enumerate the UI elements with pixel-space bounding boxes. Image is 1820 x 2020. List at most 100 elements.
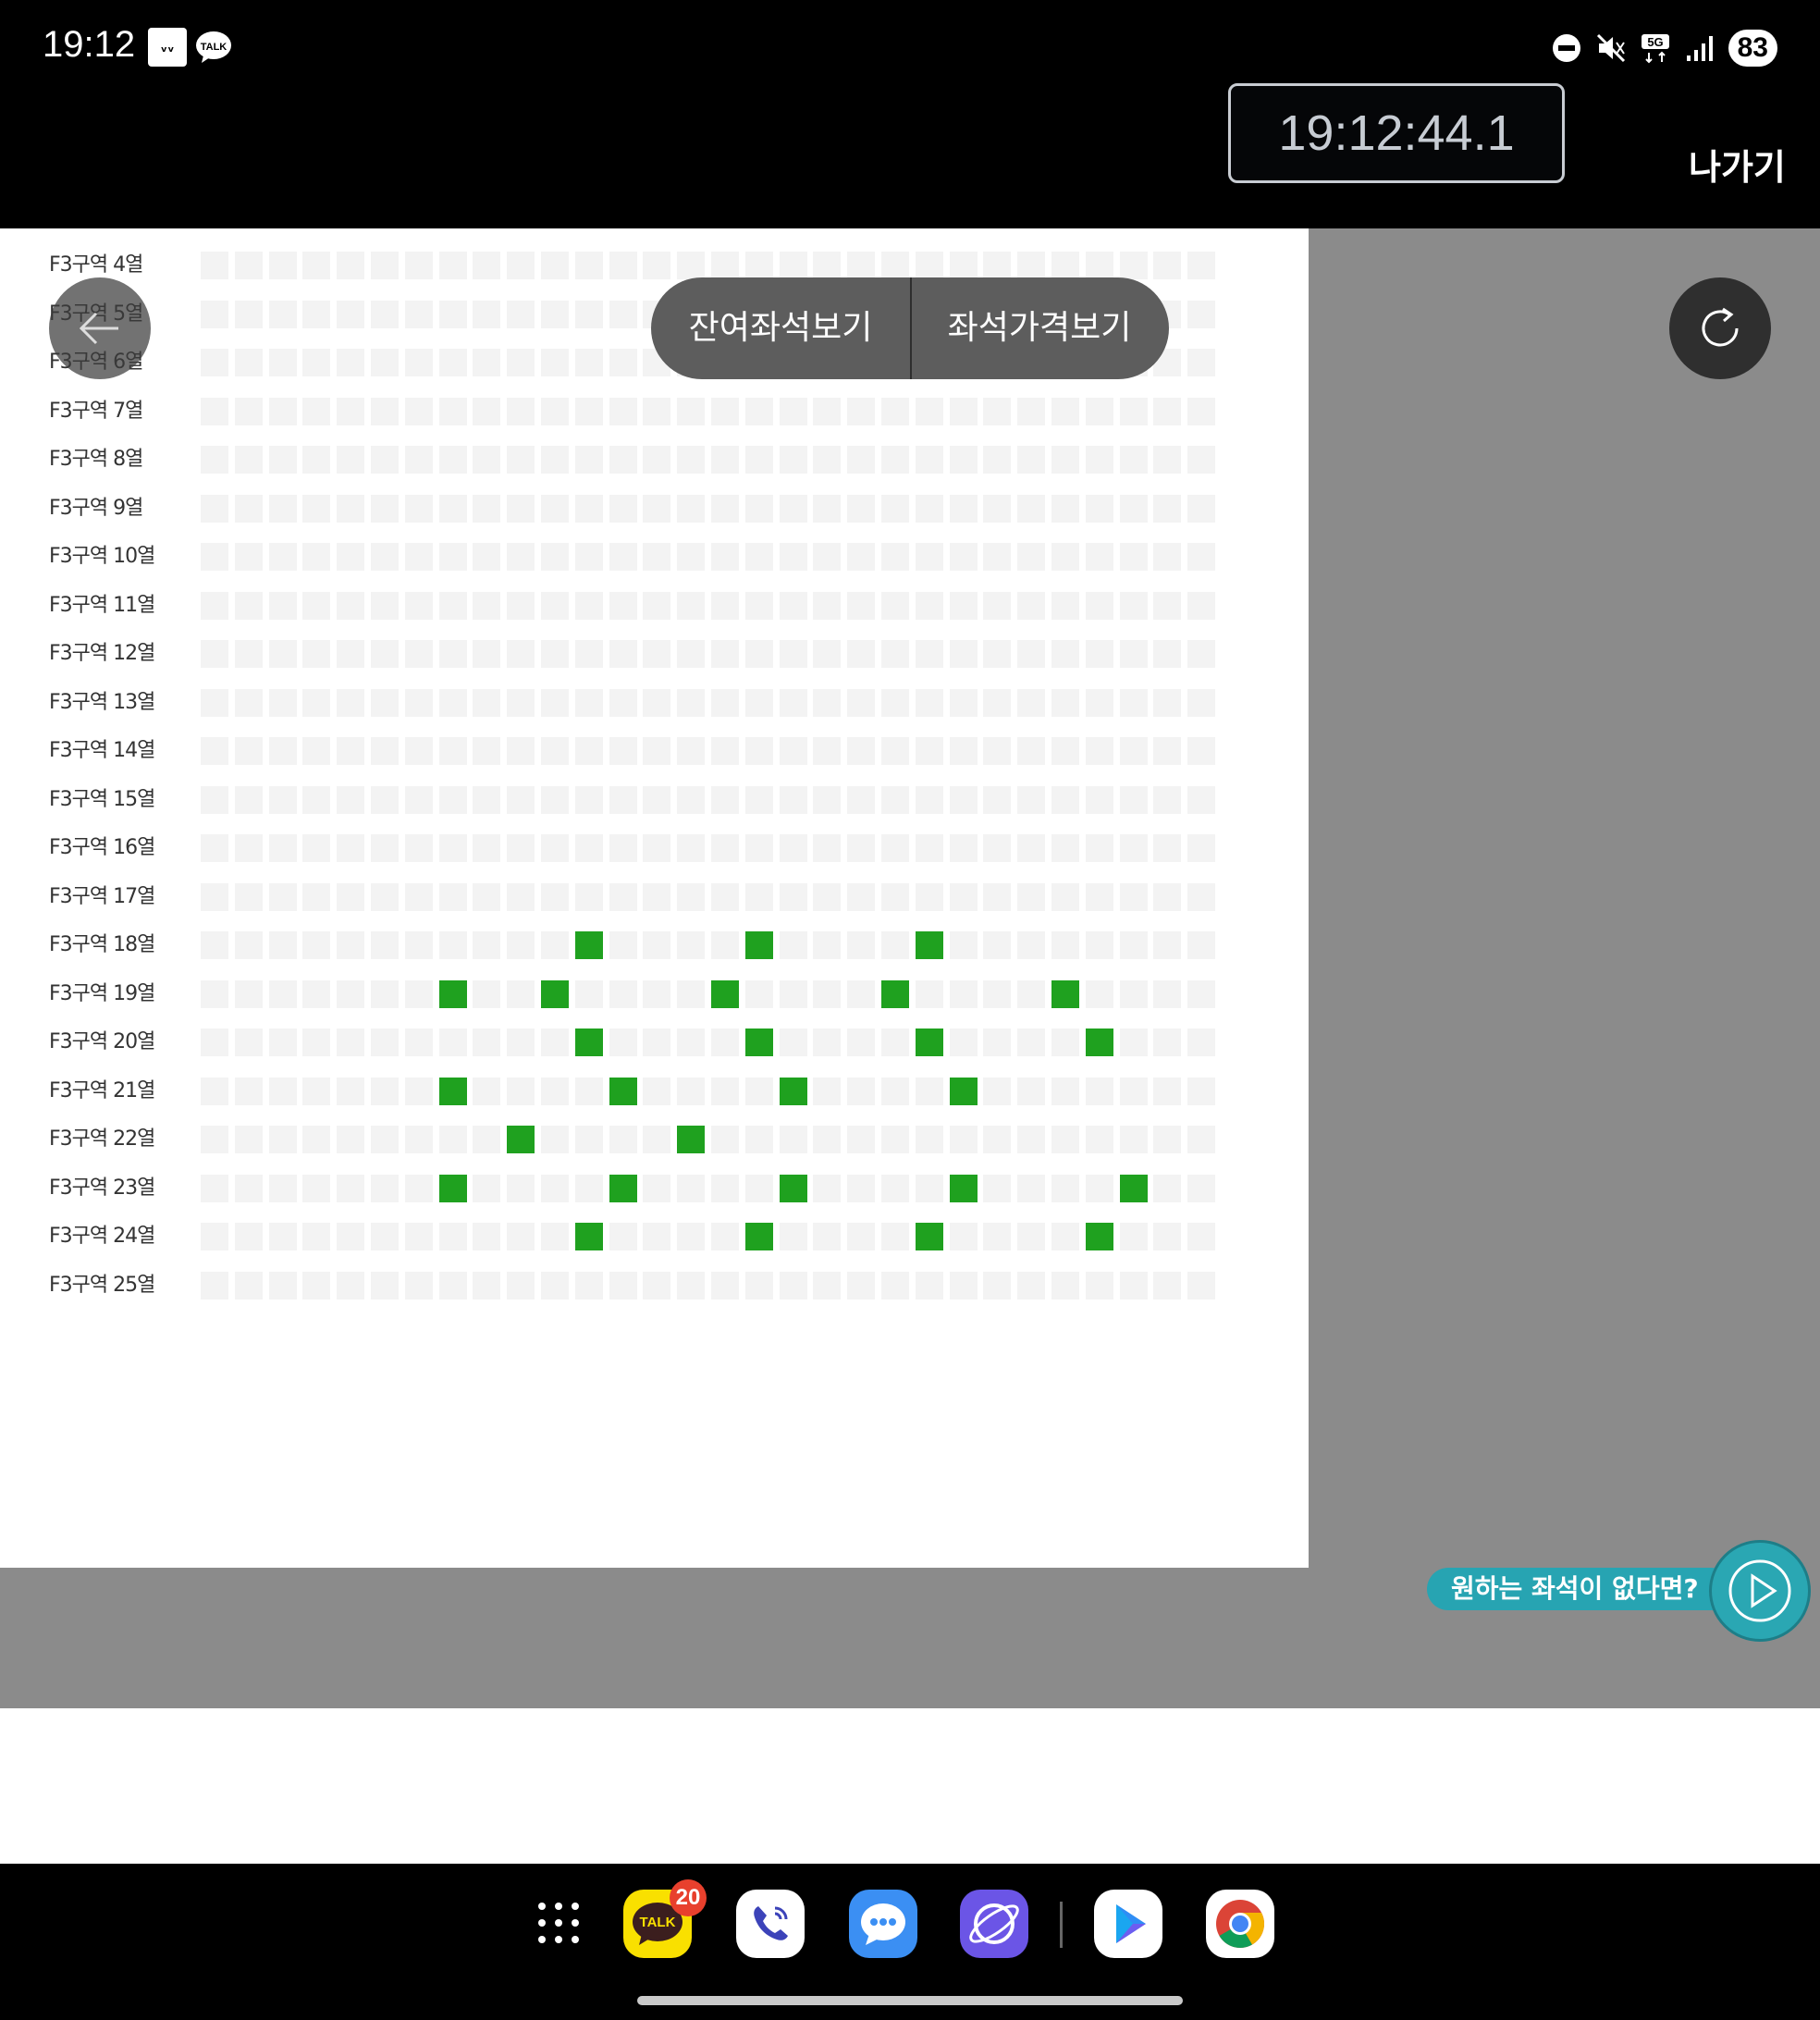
seat-unavailable [405, 1126, 433, 1153]
seat-unavailable [1187, 785, 1215, 814]
seat-available[interactable] [1086, 1028, 1113, 1056]
seat-unavailable [780, 979, 807, 1008]
seat-available[interactable] [677, 1126, 705, 1153]
seat-unavailable [302, 931, 330, 959]
seat-unavailable [201, 737, 228, 765]
seat-available[interactable] [439, 1174, 467, 1202]
exit-button[interactable]: 나가기 [1689, 139, 1786, 190]
seat-unavailable [983, 1126, 1011, 1153]
seat-unavailable [269, 785, 297, 814]
seat-unavailable [950, 446, 978, 474]
seat-unavailable [201, 543, 228, 571]
row-label: F3구역 14열 [49, 739, 155, 762]
row-label: F3구역 20열 [49, 1030, 155, 1053]
home-indicator[interactable] [637, 1996, 1183, 2005]
seat-available[interactable] [439, 979, 467, 1008]
seat-available[interactable] [745, 1223, 773, 1250]
play-store-app[interactable] [1094, 1890, 1162, 1958]
seat-unavailable [541, 1077, 569, 1105]
seat-available[interactable] [780, 1077, 807, 1105]
seat-unavailable [1187, 931, 1215, 959]
seat-unavailable [609, 349, 637, 376]
seat-unavailable [643, 446, 670, 474]
seat-unavailable [643, 543, 670, 571]
seat-available[interactable] [1051, 979, 1079, 1008]
seat-unavailable [1051, 397, 1079, 425]
refresh-button[interactable] [1669, 277, 1771, 379]
seat-available[interactable] [780, 1174, 807, 1202]
phone-app[interactable] [736, 1890, 805, 1958]
seat-unavailable [371, 1126, 399, 1153]
seat-unavailable [541, 1126, 569, 1153]
seat-unavailable [780, 591, 807, 620]
chrome-app[interactable] [1206, 1890, 1274, 1958]
seat-available[interactable] [507, 1126, 535, 1153]
seat-unavailable [745, 1271, 773, 1299]
remaining-seats-button[interactable]: 잔여좌석보기 [651, 277, 910, 379]
seat-unavailable [1086, 979, 1113, 1008]
seat-unavailable [235, 300, 263, 328]
seat-price-button[interactable]: 좌석가격보기 [910, 277, 1169, 379]
seat-available[interactable] [541, 979, 569, 1008]
seat-available[interactable] [1086, 1223, 1113, 1250]
seat-unavailable [916, 688, 943, 717]
seat-available[interactable] [881, 979, 909, 1008]
seat-unavailable [643, 688, 670, 717]
seat-available[interactable] [575, 931, 603, 959]
messages-app[interactable] [849, 1890, 917, 1958]
seat-available[interactable] [916, 931, 943, 959]
seat-unavailable [711, 397, 739, 425]
seat-unavailable [711, 252, 739, 279]
seat-unavailable [677, 834, 705, 862]
seat-unavailable [473, 1077, 500, 1105]
seat-unavailable [916, 446, 943, 474]
seat-available[interactable] [575, 1028, 603, 1056]
seat-available[interactable] [609, 1077, 637, 1105]
app-drawer-icon[interactable] [536, 1901, 581, 1945]
seat-row: F3구역 10열 [0, 543, 1309, 571]
seat-available[interactable] [950, 1174, 978, 1202]
seat-unavailable [337, 688, 364, 717]
seat-available[interactable] [575, 1223, 603, 1250]
seat-unavailable [371, 494, 399, 523]
seat-available[interactable] [916, 1028, 943, 1056]
seat-unavailable [847, 785, 875, 814]
seat-unavailable [575, 252, 603, 279]
seat-unavailable [916, 1126, 943, 1153]
play-store-icon [1116, 1904, 1146, 1943]
seat-unavailable [1153, 397, 1181, 425]
seat-available[interactable] [950, 1077, 978, 1105]
seat-unavailable [780, 785, 807, 814]
seat-unavailable [1051, 1271, 1079, 1299]
seat-unavailable [1153, 640, 1181, 668]
seat-unavailable [269, 446, 297, 474]
seat-unavailable [507, 979, 535, 1008]
seat-unavailable [983, 1271, 1011, 1299]
back-button[interactable] [49, 277, 151, 379]
seat-unavailable [541, 1223, 569, 1250]
seat-available[interactable] [916, 1223, 943, 1250]
wish-seat-banner[interactable]: 원하는 좌석이 없다면? [1427, 1568, 1732, 1610]
seat-available[interactable] [1120, 1174, 1148, 1202]
top-bar: 19:12 ᵥᵥ TALK 5G 83 19:12:44.1 나가기 [0, 0, 1820, 228]
seat-unavailable [950, 252, 978, 279]
seat-available[interactable] [609, 1174, 637, 1202]
seat-available[interactable] [745, 931, 773, 959]
seat-unavailable [235, 1028, 263, 1056]
seat-unavailable [780, 1126, 807, 1153]
seat-unavailable [405, 834, 433, 862]
seat-unavailable [813, 931, 841, 959]
seat-unavailable [950, 931, 978, 959]
seat-unavailable [371, 640, 399, 668]
seat-unavailable [983, 1223, 1011, 1250]
seat-row: F3구역 24열 [0, 1223, 1309, 1250]
seat-available[interactable] [439, 1077, 467, 1105]
seat-unavailable [916, 543, 943, 571]
seat-unavailable [439, 446, 467, 474]
messages-icon [861, 1903, 905, 1945]
internet-app[interactable] [960, 1890, 1028, 1958]
seat-unavailable [1153, 882, 1181, 911]
seat-available[interactable] [745, 1028, 773, 1056]
wish-seat-play-button[interactable] [1709, 1540, 1811, 1642]
seat-available[interactable] [711, 979, 739, 1008]
